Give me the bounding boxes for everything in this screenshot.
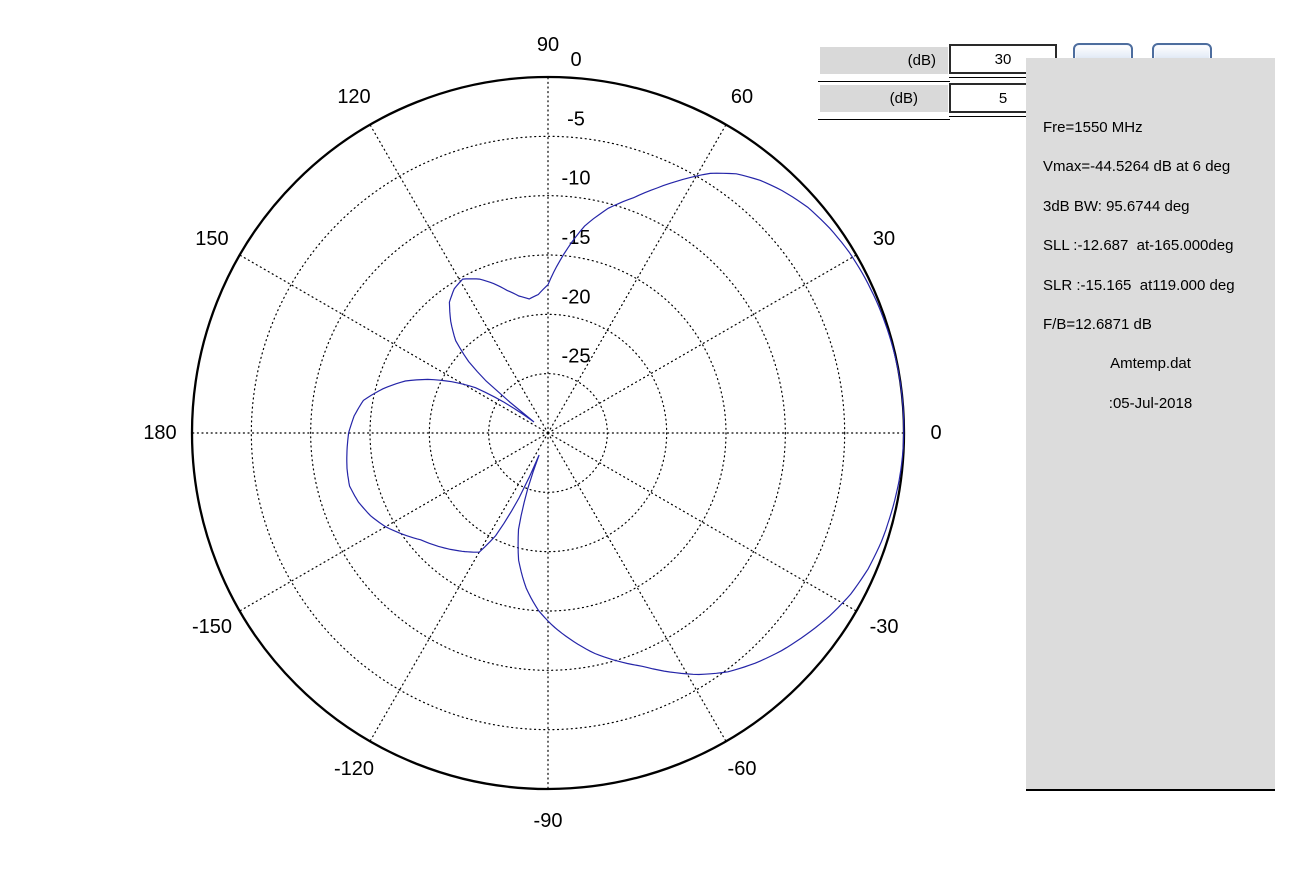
angle-label: 90 [537,34,559,56]
step-db-label: (dB) [820,85,948,112]
angle-label: -60 [728,758,757,780]
radial-label: -5 [567,108,585,130]
angle-label: 0 [930,422,941,444]
angle-label: 60 [731,86,753,108]
angle-label: 30 [873,228,895,250]
radial-label: -25 [562,346,591,368]
angle-label: -120 [334,758,374,780]
result-line-1: Vmax=-44.5264 dB at 6 deg [1026,147,1275,186]
radial-label: 0 [570,49,581,71]
range-db-label: (dB) [820,47,948,74]
grid-spoke [548,255,856,433]
results-panel: Fre=1550 MHzVmax=-44.5264 dB at 6 deg3dB… [1026,58,1275,791]
result-line-6: Amtemp.dat [1026,344,1275,383]
angle-label: 120 [337,86,370,108]
result-line-0: Fre=1550 MHz [1026,108,1275,147]
radial-label: -10 [562,168,591,190]
grid-spoke [240,255,548,433]
pattern-curve [347,173,904,674]
result-line-7: :05-Jul-2018 [1026,384,1275,423]
result-line-4: SLR :-15.165 at119.000 deg [1026,266,1275,305]
step-label-underline [818,119,950,120]
app-window: { "controls": { "rows": [ {"label": "(dB… [0,0,1312,885]
radial-label: -15 [562,227,591,249]
result-line-5: F/B=12.6871 dB [1026,305,1275,344]
result-line-3: SLL :-12.687 at-165.000deg [1026,226,1275,265]
result-line-2: 3dB BW: 95.6744 deg [1026,187,1275,226]
angle-label: 180 [143,422,176,444]
angle-label: -150 [192,616,232,638]
angle-label: 150 [195,228,228,250]
angle-label: -90 [534,810,563,832]
grid-spoke [548,433,726,741]
range-label-underline [818,81,950,82]
radial-label: -20 [562,286,591,308]
angle-label: -30 [870,616,899,638]
